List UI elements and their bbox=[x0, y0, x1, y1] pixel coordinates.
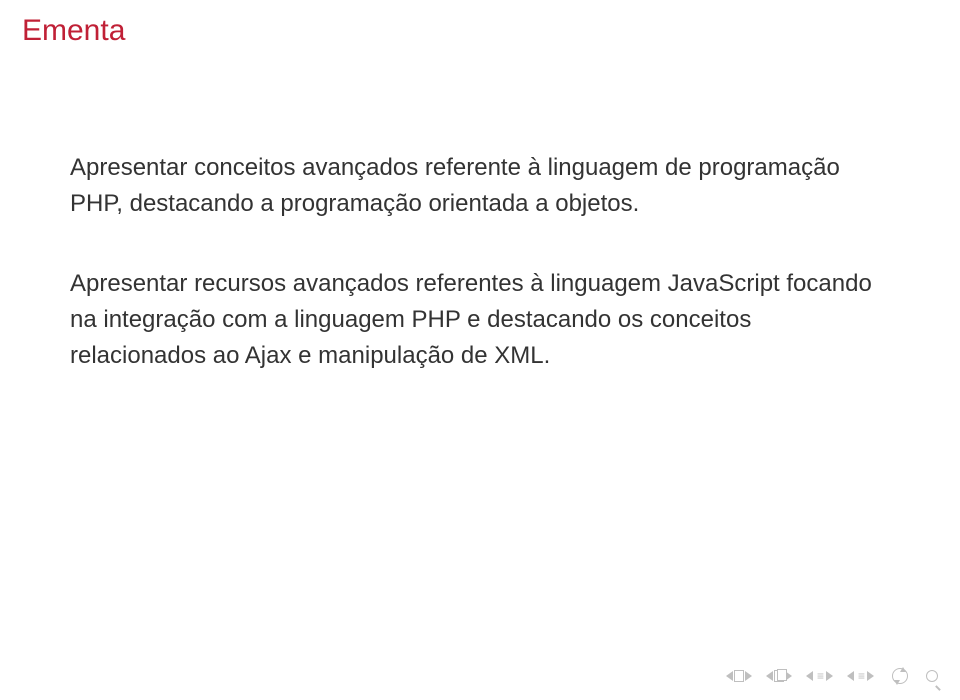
bars-icon: ≡ bbox=[814, 670, 825, 682]
page-icon bbox=[734, 670, 744, 682]
refresh-icon[interactable] bbox=[892, 668, 908, 684]
paragraph: Apresentar conceitos avançados referente… bbox=[70, 150, 890, 222]
triangle-left-icon bbox=[806, 671, 813, 681]
nav-next-slide[interactable]: ≡ bbox=[847, 670, 874, 682]
slide-nav-toolbar: ≡ ≡ bbox=[726, 668, 938, 684]
slide-body: Apresentar conceitos avançados referente… bbox=[70, 150, 890, 418]
triangle-left-icon bbox=[726, 671, 733, 681]
triangle-left-icon bbox=[766, 671, 773, 681]
paragraph: Apresentar recursos avançados referentes… bbox=[70, 266, 890, 374]
nav-prev-section[interactable] bbox=[766, 670, 792, 682]
triangle-left-icon bbox=[847, 671, 854, 681]
triangle-right-icon bbox=[826, 671, 833, 681]
search-icon[interactable] bbox=[926, 670, 938, 682]
triangle-right-icon bbox=[867, 671, 874, 681]
nav-prev-slide[interactable]: ≡ bbox=[806, 670, 833, 682]
nav-first-slide[interactable] bbox=[726, 670, 752, 682]
triangle-right-icon bbox=[745, 671, 752, 681]
bars-icon: ≡ bbox=[855, 670, 866, 682]
slide-title: Ementa bbox=[22, 14, 125, 48]
slide: Ementa Apresentar conceitos avançados re… bbox=[0, 0, 960, 700]
pages-icon bbox=[774, 670, 784, 682]
